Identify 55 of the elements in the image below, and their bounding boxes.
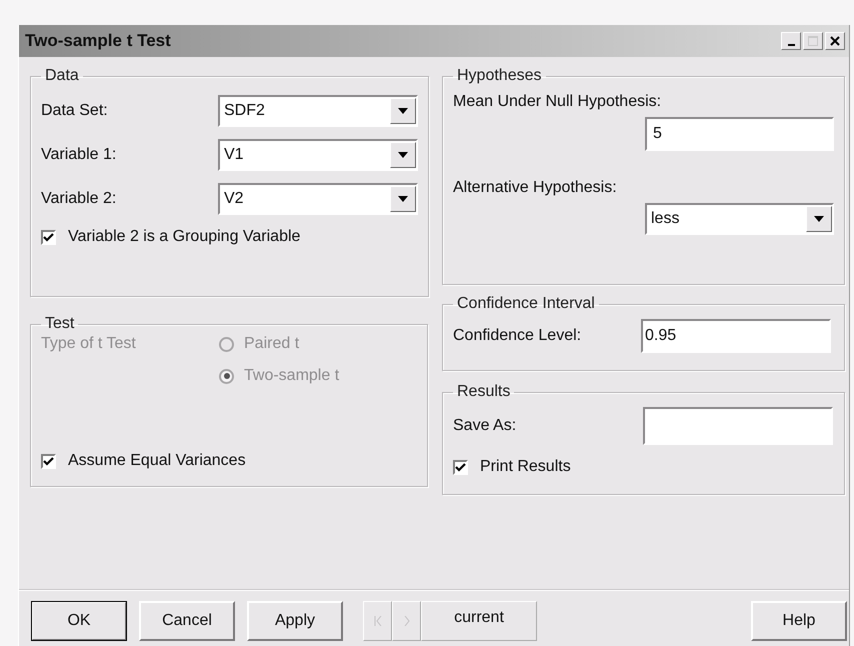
group-title: Test: [44, 315, 76, 333]
caret-icon: [398, 152, 408, 158]
check-icon: [43, 232, 54, 242]
group-title: Hypotheses: [456, 67, 542, 85]
dropdown-value: SDF2: [224, 102, 266, 120]
check-icon: [455, 462, 466, 472]
dropdown[interactable]: V1: [218, 139, 418, 171]
cancel-button[interactable]: Cancel: [139, 601, 235, 641]
minimize-button[interactable]: [781, 32, 801, 50]
radio-label: Two-sample t: [244, 367, 340, 385]
dropdown-value: V2: [224, 190, 245, 208]
input-field[interactable]: 0.95: [641, 319, 831, 353]
dropdown-value: V1: [224, 146, 245, 164]
ok-button[interactable]: OK: [31, 601, 127, 641]
caret-icon: [814, 216, 824, 222]
dropdown-arrow-button[interactable]: [390, 186, 416, 212]
close-icon: [829, 35, 841, 47]
caret-icon: [398, 108, 408, 114]
window-title: Two-sample t Test: [25, 31, 172, 51]
help-button[interactable]: Help: [751, 601, 847, 641]
apply-button[interactable]: Apply: [247, 601, 343, 641]
input-field[interactable]: 5: [645, 117, 834, 151]
dropdown-value: less: [651, 210, 680, 228]
next-icon: [402, 616, 410, 626]
dropdown-arrow-button[interactable]: [806, 206, 832, 232]
dropdown[interactable]: less: [645, 203, 834, 235]
field-label: Data Set:: [41, 102, 109, 120]
field-label: Variable 2:: [41, 190, 118, 208]
previous-icon: [374, 616, 382, 626]
maximize-icon: [807, 35, 819, 47]
input-field[interactable]: [643, 407, 833, 445]
dropdown[interactable]: V2: [218, 183, 418, 215]
group-title: Confidence Interval: [456, 295, 596, 313]
checkbox-label: Print Results: [480, 458, 571, 476]
field-label: Save As:: [453, 417, 518, 435]
checkbox[interactable]: [453, 460, 468, 474]
dropdown[interactable]: SDF2: [218, 95, 418, 127]
minimize-icon: [788, 44, 794, 46]
close-button[interactable]: [825, 32, 845, 50]
caret-icon: [398, 196, 408, 202]
check-icon: [43, 456, 54, 466]
current-field: current: [421, 601, 537, 641]
dropdown-arrow-button[interactable]: [390, 142, 416, 168]
field-label: Type of t Test: [41, 335, 137, 354]
group-title: Results: [456, 383, 512, 401]
field-label: Variable 1:: [41, 146, 118, 164]
dropdown-arrow-button[interactable]: [390, 98, 416, 124]
checkbox-label: Assume Equal Variances: [68, 452, 246, 470]
field-label: Confidence Level:: [453, 327, 582, 345]
checkbox-label: Variable 2 is a Grouping Variable: [68, 228, 300, 246]
field-label: Alternative Hypothesis:: [453, 179, 618, 197]
group-title: Data: [44, 67, 80, 85]
radio-label: Paired t: [244, 335, 300, 353]
checkbox[interactable]: [41, 230, 56, 244]
field-label: Mean Under Null Hypothesis:: [453, 93, 662, 111]
